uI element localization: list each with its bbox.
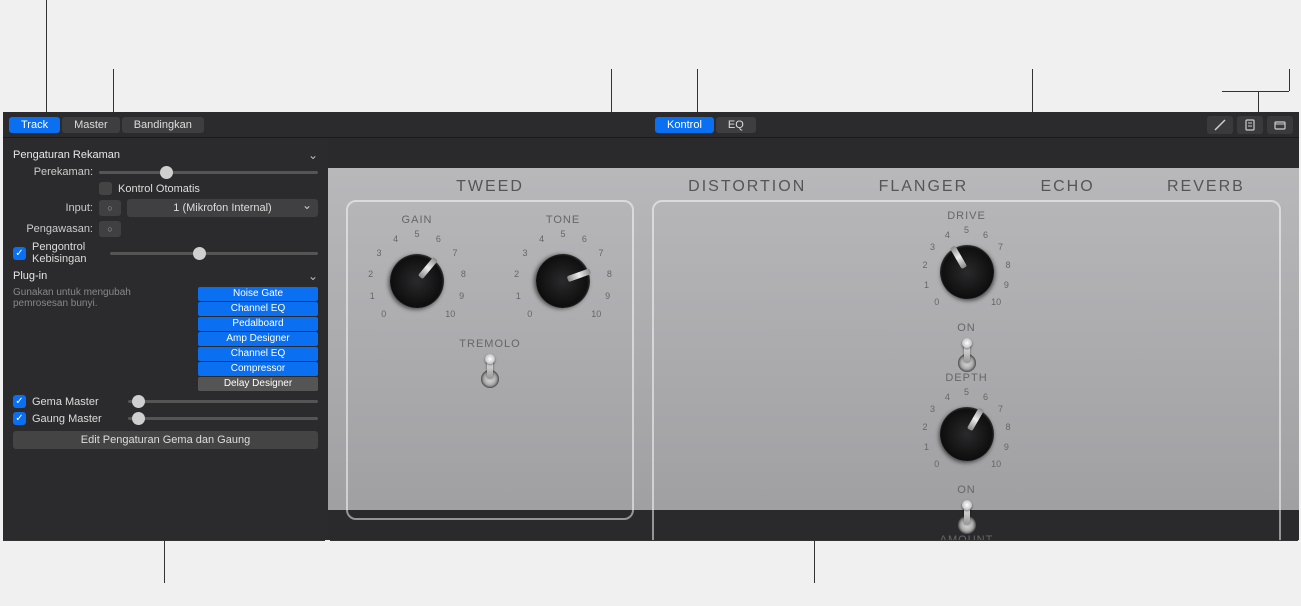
recording-slider-row[interactable]: Perekaman: bbox=[13, 166, 318, 178]
knob-depth[interactable]: 012345678910 bbox=[917, 384, 1017, 484]
plugin-item[interactable]: Amp Designer bbox=[198, 332, 318, 346]
effect-title: ECHO bbox=[1040, 178, 1094, 196]
tab-eq[interactable]: EQ bbox=[716, 117, 756, 133]
edit-echo-reverb-button[interactable]: Edit Pengaturan Gema dan Gaung bbox=[13, 431, 318, 449]
auto-control-checkbox[interactable] bbox=[99, 182, 112, 195]
plugin-item[interactable]: Channel EQ bbox=[198, 302, 318, 316]
knob-depth-label: DEPTH bbox=[945, 372, 987, 384]
switch-on-label: ON bbox=[957, 484, 976, 496]
callout-line bbox=[1289, 69, 1290, 91]
knob-gain[interactable]: 012345678910 bbox=[362, 226, 472, 336]
pedal-tweed: GAIN 012345678910 TONE 012345678910 bbox=[346, 200, 634, 520]
switch-tremolo-label: TREMOLO bbox=[459, 338, 520, 350]
knob-tone[interactable]: 012345678910 bbox=[508, 226, 618, 336]
input-label: Input: bbox=[13, 202, 93, 214]
knob-gain-label: GAIN bbox=[402, 214, 433, 226]
plugin-header-label: Plug-in bbox=[13, 270, 47, 282]
switch-on-label: ON bbox=[957, 322, 976, 334]
controls-panel: TWEED GAIN 012345678910 TONE bbox=[328, 138, 1299, 540]
noise-controller-row[interactable]: ✓ Pengontrol Kebisingan bbox=[13, 241, 318, 265]
reverb-master-row[interactable]: ✓ Gaung Master bbox=[13, 412, 318, 425]
tab-master[interactable]: Master bbox=[62, 117, 120, 133]
monitor-label: Pengawasan: bbox=[13, 223, 93, 235]
top-bar: Track Master Bandingkan Kontrol EQ bbox=[3, 112, 1299, 138]
reverb-master-slider[interactable] bbox=[128, 417, 318, 420]
pedal-tweed-title: TWEED bbox=[456, 178, 524, 196]
tab-compare[interactable]: Bandingkan bbox=[122, 117, 204, 133]
recording-slider[interactable] bbox=[99, 171, 318, 174]
monitor-toggle[interactable] bbox=[99, 221, 121, 237]
recording-label: Perekaman: bbox=[13, 166, 93, 178]
monitor-row: Pengawasan: bbox=[13, 221, 318, 237]
echo-master-checkbox[interactable]: ✓ bbox=[13, 395, 26, 408]
plugin-item[interactable]: Pedalboard bbox=[198, 317, 318, 331]
knob-drive[interactable]: 012345678910 bbox=[917, 222, 1017, 322]
body: Pengaturan Rekaman ⌄ Perekaman: Kontrol … bbox=[3, 138, 1299, 540]
effect-title: FLANGER bbox=[879, 178, 969, 196]
input-select-value: 1 (Mikrofon Internal) bbox=[173, 202, 271, 214]
topbar-right-icons bbox=[1207, 116, 1293, 134]
input-row: Input: 1 (Mikrofon Internal) bbox=[13, 199, 318, 217]
plugin-hint: Gunakan untuk mengubah pemrosesan bunyi. bbox=[13, 287, 163, 309]
pedalboard-icon[interactable] bbox=[1267, 116, 1293, 134]
topbar-left-segment: Track Master Bandingkan bbox=[9, 117, 206, 133]
plugin-row: Gunakan untuk mengubah pemrosesan bunyi.… bbox=[13, 287, 318, 391]
effects-pedal-row: DRIVE 012345678910 ON DEPTH 012345678910… bbox=[652, 200, 1281, 540]
tweed-knob-group: GAIN 012345678910 TONE 012345678910 bbox=[362, 214, 618, 336]
inspector-sidebar: Pengaturan Rekaman ⌄ Perekaman: Kontrol … bbox=[3, 138, 328, 540]
plugin-item[interactable]: Delay Designer bbox=[198, 377, 318, 391]
switch-flanger[interactable] bbox=[958, 500, 976, 534]
callout-line bbox=[164, 540, 165, 583]
callout-line bbox=[697, 69, 698, 112]
plugin-list: Noise Gate Channel EQ Pedalboard Amp Des… bbox=[198, 287, 318, 391]
switch-distortion[interactable] bbox=[958, 338, 976, 372]
tab-track[interactable]: Track bbox=[9, 117, 60, 133]
plugin-header[interactable]: Plug-in ⌄ bbox=[13, 269, 318, 283]
callout-line bbox=[113, 69, 114, 112]
amp-icon[interactable] bbox=[1237, 116, 1263, 134]
noise-controller-label: Pengontrol Kebisingan bbox=[32, 241, 104, 265]
plugin-item[interactable]: Channel EQ bbox=[198, 347, 318, 361]
knob-drive-label: DRIVE bbox=[947, 210, 986, 222]
plugin-item[interactable]: Compressor bbox=[198, 362, 318, 376]
effect-title: REVERB bbox=[1167, 178, 1245, 196]
switch-tremolo[interactable] bbox=[481, 354, 499, 388]
tab-controls[interactable]: Kontrol bbox=[655, 117, 714, 133]
recording-settings-label: Pengaturan Rekaman bbox=[13, 149, 120, 161]
echo-master-slider[interactable] bbox=[128, 400, 318, 403]
callout-line bbox=[1258, 91, 1259, 112]
callout-line bbox=[330, 540, 1298, 541]
callout-line bbox=[3, 540, 325, 541]
noise-controller-slider[interactable] bbox=[110, 252, 318, 255]
auto-control-row[interactable]: Kontrol Otomatis bbox=[13, 182, 318, 195]
knob-amount-label: AMOUNT bbox=[940, 534, 994, 540]
echo-master-row[interactable]: ✓ Gema Master bbox=[13, 395, 318, 408]
reverb-master-label: Gaung Master bbox=[32, 413, 122, 425]
knob-tone-label: TONE bbox=[546, 214, 580, 226]
smart-controls-window: Track Master Bandingkan Kontrol EQ Penga… bbox=[3, 112, 1299, 540]
reverb-master-checkbox[interactable]: ✓ bbox=[13, 412, 26, 425]
topbar-center-segment: Kontrol EQ bbox=[655, 117, 758, 133]
callout-line bbox=[46, 0, 47, 112]
noise-controller-checkbox[interactable]: ✓ bbox=[13, 247, 26, 260]
recording-settings-header[interactable]: Pengaturan Rekaman ⌄ bbox=[13, 148, 318, 162]
echo-master-label: Gema Master bbox=[32, 396, 122, 408]
effect-title: DISTORTION bbox=[688, 178, 806, 196]
tuner-icon[interactable] bbox=[1207, 116, 1233, 134]
plugin-item[interactable]: Noise Gate bbox=[198, 287, 318, 301]
callout-line bbox=[611, 69, 612, 112]
input-channel-toggle[interactable] bbox=[99, 200, 121, 216]
callout-line bbox=[814, 540, 815, 583]
chevron-down-icon: ⌄ bbox=[308, 148, 318, 162]
callout-line bbox=[1222, 91, 1289, 92]
auto-control-label: Kontrol Otomatis bbox=[118, 183, 200, 195]
chevron-down-icon: ⌄ bbox=[308, 269, 318, 283]
input-select[interactable]: 1 (Mikrofon Internal) bbox=[127, 199, 318, 217]
